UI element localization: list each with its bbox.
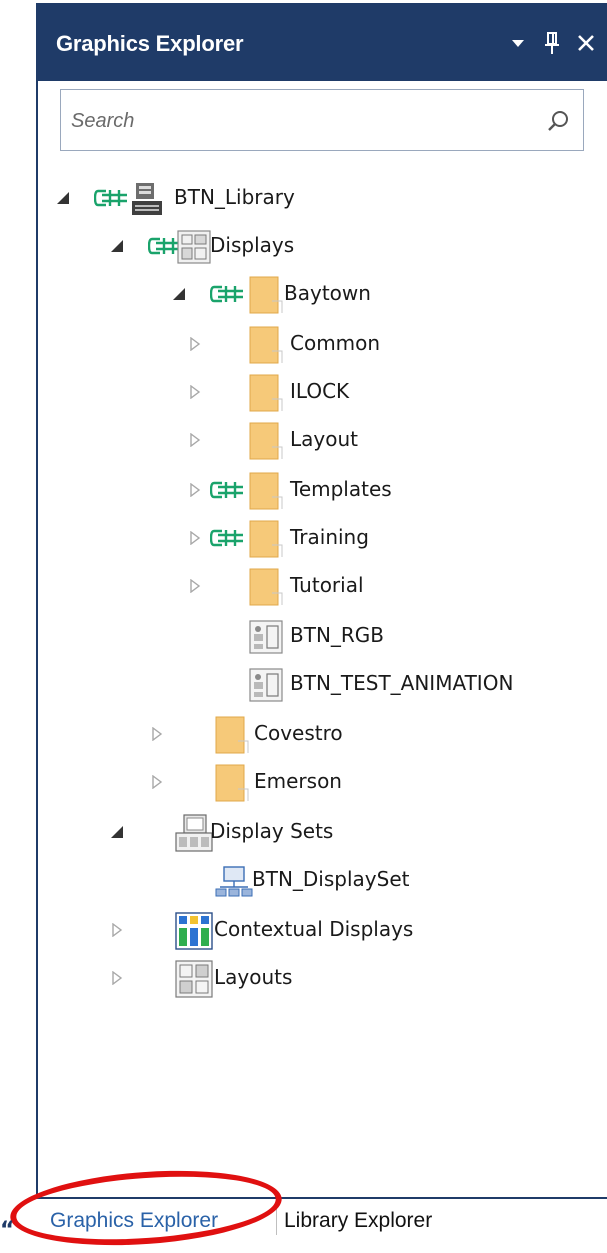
library-link-icon [210, 481, 243, 499]
tree-node-covestro[interactable]: Covestro [38, 711, 607, 757]
collapse-arrow-icon[interactable] [56, 191, 70, 205]
tree-node-label: Layouts [214, 965, 293, 989]
tree-node-btn-rgb[interactable]: BTN_RGB [38, 613, 607, 659]
tree-node-btn-test-animation[interactable]: BTN_TEST_ANIMATION [38, 661, 607, 707]
tree-node-label: Emerson [254, 769, 342, 793]
tree-node-templates[interactable]: Templates [38, 467, 607, 513]
expand-arrow-icon[interactable] [110, 923, 124, 937]
folder-icon [249, 326, 283, 364]
display-file-icon [249, 668, 283, 702]
tree-node-displays[interactable]: Displays [38, 223, 607, 269]
tree-node-btn-displayset[interactable]: BTN_DisplaySet [38, 857, 607, 903]
tree-node-layout[interactable]: Layout [38, 417, 607, 463]
tree-node-label: Display Sets [210, 819, 334, 843]
layouts-icon [175, 960, 213, 998]
tree-node-label: ILOCK [290, 379, 350, 403]
folder-icon [249, 422, 283, 460]
close-button[interactable] [569, 27, 603, 59]
tree-node-label: Contextual Displays [214, 917, 414, 941]
tab-library-explorer[interactable]: Library Explorer [284, 1209, 432, 1233]
expand-arrow-icon[interactable] [188, 385, 202, 399]
panel-title: Graphics Explorer [56, 31, 244, 56]
tree-node-label: BTN_Library [174, 185, 295, 209]
library-link-icon [94, 189, 127, 207]
folder-icon [249, 472, 283, 510]
display-file-icon [249, 620, 283, 654]
folder-icon [215, 764, 249, 802]
search-icon[interactable] [545, 108, 571, 134]
panel-titlebar: Graphics Explorer [38, 5, 607, 81]
tree-node-tutorial[interactable]: Tutorial [38, 563, 607, 609]
library-link-icon [210, 285, 243, 303]
chevron-down-icon [512, 40, 524, 47]
library-icon [132, 183, 162, 215]
tree-node-label: Covestro [254, 721, 343, 745]
tree-node-label: Common [290, 331, 381, 355]
tree-node-label: BTN_TEST_ANIMATION [290, 671, 514, 695]
tree-node-ilock[interactable]: ILOCK [38, 369, 607, 415]
search-box [60, 89, 584, 151]
pin-button[interactable] [535, 27, 569, 59]
tree-node-baytown[interactable]: Baytown [38, 271, 607, 317]
tree-node-btn-library[interactable]: BTN_Library [38, 175, 607, 221]
tree-node-label: Displays [210, 233, 295, 257]
expand-arrow-icon[interactable] [188, 337, 202, 351]
tree-node-layouts[interactable]: Layouts [38, 955, 607, 1001]
folder-icon [215, 716, 249, 754]
tree-node-label: Baytown [284, 281, 371, 305]
tree-node-label: Tutorial [290, 573, 364, 597]
collapse-arrow-icon[interactable] [110, 239, 124, 253]
expand-arrow-icon[interactable] [188, 531, 202, 545]
tree-node-label: Templates [290, 477, 392, 501]
dropdown-arrow-button[interactable] [501, 27, 535, 59]
expand-arrow-icon[interactable] [188, 579, 202, 593]
tree-node-contextual-displays[interactable]: Contextual Displays [38, 907, 607, 953]
tree-node-label: BTN_DisplaySet [252, 867, 410, 891]
folder-icon [249, 276, 283, 314]
displays-folder-icon [177, 230, 211, 264]
tree-node-display-sets[interactable]: Display Sets [38, 809, 607, 855]
expand-arrow-icon[interactable] [150, 775, 164, 789]
close-icon [578, 35, 594, 51]
tree-node-common[interactable]: Common [38, 321, 607, 367]
tree-node-emerson[interactable]: Emerson [38, 759, 607, 805]
titlebar-buttons [501, 27, 603, 59]
library-link-icon [210, 529, 243, 547]
expand-arrow-icon[interactable] [150, 727, 164, 741]
corner-mark: “ [0, 1218, 15, 1243]
display-sets-icon [175, 814, 213, 852]
tree-node-label: BTN_RGB [290, 623, 385, 647]
expand-arrow-icon[interactable] [188, 433, 202, 447]
folder-icon [249, 520, 283, 558]
pin-icon [545, 32, 559, 54]
tree-node-label: Layout [290, 427, 358, 451]
tree-node-training[interactable]: Training [38, 515, 607, 561]
folder-icon [249, 568, 283, 606]
contextual-displays-icon [175, 912, 213, 950]
folder-icon [249, 374, 283, 412]
search-input[interactable] [69, 98, 523, 144]
tree-node-label: Training [290, 525, 369, 549]
collapse-arrow-icon[interactable] [110, 825, 124, 839]
expand-arrow-icon[interactable] [110, 971, 124, 985]
collapse-arrow-icon[interactable] [172, 287, 186, 301]
graphics-explorer-panel: Graphics Explorer Search BTN_Library Dis… [36, 3, 607, 1199]
display-set-icon [215, 866, 253, 897]
expand-arrow-icon[interactable] [188, 483, 202, 497]
